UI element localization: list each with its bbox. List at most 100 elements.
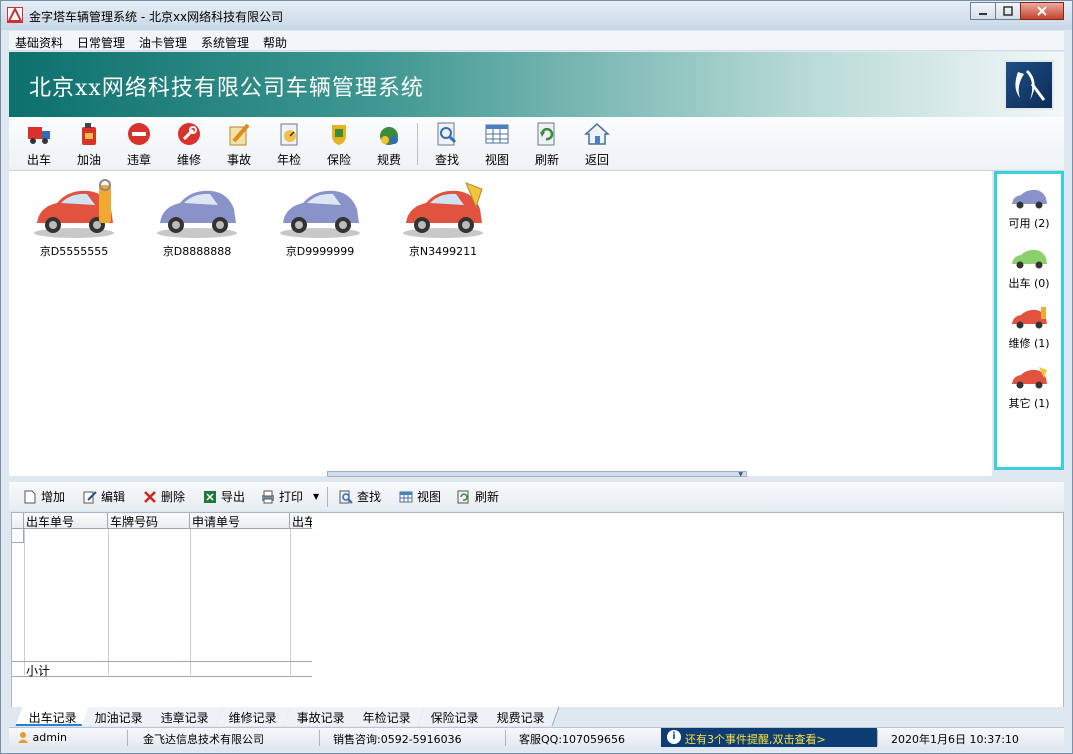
toolbar-refuel-button[interactable]: 加油 <box>65 121 113 169</box>
printer-icon <box>262 490 274 503</box>
toolbar-back-button[interactable]: 返回 <box>573 121 621 169</box>
column-header[interactable]: 车牌号码 <box>108 513 190 529</box>
delete-button[interactable]: 删除 <box>143 488 185 505</box>
tab-repair-records[interactable]: 维修记录 <box>215 707 292 726</box>
tab-dispatch-records[interactable]: 出车记录 <box>15 707 92 726</box>
print-button[interactable]: 打印 ▼ <box>261 488 319 505</box>
window-title: 金字塔车辆管理系统 - 北京xx网络科技有限公司 <box>29 10 284 24</box>
sales-contact: 销售咨询:0592-5916036 <box>333 733 462 746</box>
excel-icon <box>204 490 216 503</box>
car-available-icon <box>157 190 237 238</box>
view-button[interactable]: 视图 <box>399 488 441 505</box>
service-contact: 客服QQ:107059656 <box>519 733 626 746</box>
no-entry-icon <box>128 123 150 145</box>
new-document-icon <box>24 490 36 503</box>
car-dispatched-icon <box>1012 249 1047 269</box>
refresh-icon <box>457 490 469 503</box>
row-header-corner <box>12 513 24 529</box>
toolbar-inspection-button[interactable]: 年检 <box>265 121 313 169</box>
vehicle-plate: 京D9999999 <box>285 245 355 258</box>
title-bar: 金字塔车辆管理系统 - 北京xx网络科技有限公司 <box>1 1 1072 30</box>
column-header[interactable]: 出车单号 <box>24 513 108 529</box>
menu-system[interactable]: 系统管理 <box>201 34 249 51</box>
money-bag-icon <box>380 127 398 145</box>
records-grid-area: 出车单号 车牌号码 申请单号 出车 小计 <box>11 512 1064 708</box>
car-repair-icon <box>34 179 114 238</box>
toolbar-view-button[interactable]: 视图 <box>473 121 521 169</box>
edit-button[interactable]: 编辑 <box>83 488 125 505</box>
app-window: 金字塔车辆管理系统 - 北京xx网络科技有限公司 基础资料 日常管理 油卡管理 … <box>0 0 1073 754</box>
tab-fee-records[interactable]: 规费记录 <box>483 707 560 726</box>
status-legend-panel: 可用 (2) 出车 (0) 维修 (1) 其它 (1) <box>994 171 1064 470</box>
tab-inspection-records[interactable]: 年检记录 <box>349 707 426 726</box>
toolbar-insurance-button[interactable]: 保险 <box>315 121 363 169</box>
panel-splitter[interactable]: ▼ <box>327 471 747 478</box>
chevron-down-icon[interactable]: ▼ <box>313 492 319 501</box>
car-other-icon <box>1012 367 1047 389</box>
refresh-button[interactable]: 刷新 <box>457 488 499 505</box>
pencil-note-icon <box>229 123 250 146</box>
column-header[interactable]: 出车 <box>290 513 312 529</box>
app-logo-icon <box>7 7 23 23</box>
status-datetime: 2020年1月6日 10:37:10 <box>891 733 1019 746</box>
system-title: 北京xx网络科技有限公司车辆管理系统 <box>29 76 424 101</box>
insurance-shield-icon <box>332 125 346 145</box>
toolbar-repair-button[interactable]: 维修 <box>165 121 213 169</box>
current-user: admin <box>17 731 67 744</box>
search-button[interactable]: 查找 <box>339 488 381 505</box>
tab-accident-records[interactable]: 事故记录 <box>283 707 360 726</box>
fuel-can-icon <box>82 123 96 145</box>
info-icon: i <box>667 730 681 744</box>
delete-icon <box>144 490 156 503</box>
vehicle-panel: 京D5555555 京D8888888 京D9999999 京N3499211 … <box>9 171 992 478</box>
vehicle-item[interactable]: 京N3499211 <box>388 179 498 269</box>
tab-insurance-records[interactable]: 保险记录 <box>417 707 494 726</box>
toolbar-search-button[interactable]: 查找 <box>423 121 471 169</box>
minimize-button[interactable] <box>970 2 996 20</box>
records-toolbar: 增加 编辑 删除 导出 打印 ▼ 查找 视图 刷新 <box>9 482 1064 510</box>
toolbar-separator <box>327 487 328 507</box>
row-selector[interactable] <box>12 529 24 543</box>
status-other[interactable]: 其它 (1) <box>999 366 1059 411</box>
vehicle-plate: 京D8888888 <box>162 245 232 258</box>
menu-basic-data[interactable]: 基础资料 <box>15 34 63 51</box>
record-tabs: 出车记录 加油记录 违章记录 维修记录 事故记录 年检记录 保险记录 规费记录 <box>11 707 1064 727</box>
toolbar-accident-button[interactable]: 事故 <box>215 121 263 169</box>
add-button[interactable]: 增加 <box>23 488 65 505</box>
minimize-icon <box>979 13 987 15</box>
search-icon <box>437 122 457 146</box>
edit-icon <box>83 490 97 503</box>
grid-view-icon <box>399 491 413 502</box>
status-repair[interactable]: 维修 (1) <box>999 306 1059 351</box>
vehicle-item[interactable]: 京D8888888 <box>142 179 252 269</box>
maximize-button[interactable] <box>995 2 1021 20</box>
company-name: 金飞达信息技术有限公司 <box>143 733 264 746</box>
vehicle-plate: 京N3499211 <box>408 245 478 258</box>
vehicle-item[interactable]: 京D9999999 <box>265 179 375 269</box>
menu-help[interactable]: 帮助 <box>263 34 287 51</box>
vehicle-item[interactable]: 京D5555555 <box>19 179 129 269</box>
records-grid[interactable]: 出车单号 车牌号码 申请单号 出车 小计 <box>12 513 312 679</box>
toolbar-dispatch-button[interactable]: 出车 <box>15 121 63 169</box>
event-reminder[interactable]: i 还有3个事件提醒,双击查看> <box>661 728 877 747</box>
search-icon <box>339 490 353 504</box>
export-button[interactable]: 导出 <box>203 488 245 505</box>
toolbar-refresh-button[interactable]: 刷新 <box>523 121 571 169</box>
column-header[interactable]: 申请单号 <box>190 513 290 529</box>
collapse-icon: ▼ <box>738 471 743 478</box>
user-icon <box>18 732 28 743</box>
truck-icon <box>28 127 50 144</box>
tab-refuel-records[interactable]: 加油记录 <box>81 707 158 726</box>
car-repair-icon <box>1012 307 1047 329</box>
menu-fuel-card[interactable]: 油卡管理 <box>139 34 187 51</box>
vehicle-plate: 京D5555555 <box>39 245 109 258</box>
toolbar-fees-button[interactable]: 规费 <box>365 121 413 169</box>
header-banner: 北京xx网络科技有限公司车辆管理系统 <box>9 52 1064 117</box>
status-dispatched[interactable]: 出车 (0) <box>999 246 1059 291</box>
tab-violation-records[interactable]: 违章记录 <box>147 707 224 726</box>
home-icon <box>584 122 610 145</box>
toolbar-violation-button[interactable]: 违章 <box>115 121 163 169</box>
menu-daily-management[interactable]: 日常管理 <box>77 34 125 51</box>
status-available[interactable]: 可用 (2) <box>999 186 1059 231</box>
close-button[interactable] <box>1020 2 1064 20</box>
